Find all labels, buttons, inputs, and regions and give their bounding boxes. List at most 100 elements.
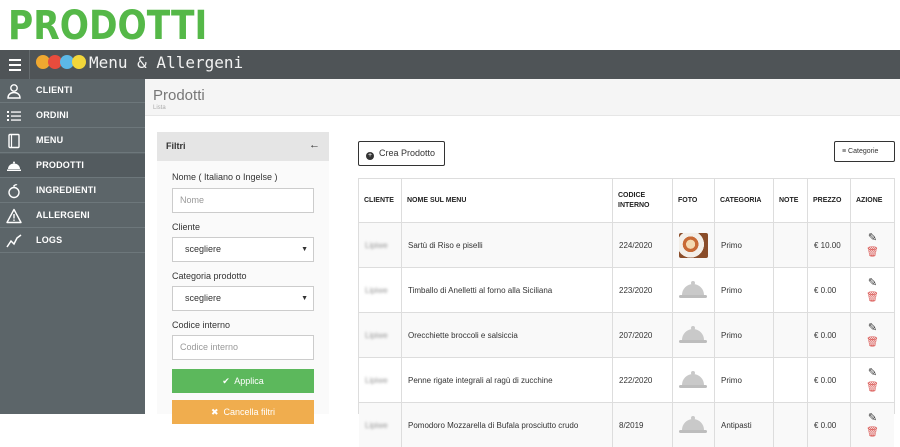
apply-label: Applica — [234, 376, 264, 386]
pencil-icon[interactable]: ✎ — [868, 277, 877, 289]
main-content: Prodotti Lista Filtri ← Nome ( Italiano … — [145, 79, 900, 447]
cell-price: € 0.00 — [808, 358, 851, 402]
table-row[interactable]: Lipiwe Orecchiette broccoli e salsiccia … — [359, 312, 894, 357]
table-row[interactable]: Lipiwe Pomodoro Mozzarella di Bufala pro… — [359, 402, 894, 447]
code-input[interactable]: Codice interno — [172, 335, 314, 360]
apply-button[interactable]: ✔ Applica — [172, 369, 314, 393]
name-label: Nome ( Italiano o Ingelse ) — [172, 172, 278, 182]
arrow-left-icon[interactable]: ← — [309, 139, 320, 151]
cell-name: Timballo di Anelletti al forno alla Sici… — [402, 268, 613, 312]
cell-actions: ✎ 🗑 — [851, 313, 894, 357]
col-header-nome[interactable]: NOME SUL MENU — [402, 179, 613, 222]
sidebar-item-clienti[interactable]: CLIENTI — [0, 79, 145, 103]
cell-photo — [673, 313, 715, 357]
sidebar-item-menu[interactable]: MENU — [0, 129, 145, 153]
cell-category: Primo — [715, 313, 774, 357]
page-title: Prodotti — [153, 87, 205, 104]
cell-name: Pomodoro Mozzarella di Bufala prosciutto… — [402, 403, 613, 447]
sidebar-item-label: MENU — [36, 135, 64, 145]
sidebar-item-logs[interactable]: LOGS — [0, 229, 145, 253]
cell-category: Primo — [715, 268, 774, 312]
category-select[interactable]: scegliere ▼ — [172, 286, 314, 311]
cell-name: Orecchiette broccoli e salsiccia — [402, 313, 613, 357]
table-row[interactable]: Lipiwe Penne rigate integrali al ragù di… — [359, 357, 894, 402]
chart-line-icon — [6, 234, 22, 248]
close-icon: ✖ — [210, 407, 219, 417]
client-name: Lipiwe — [365, 330, 388, 340]
sidebar-item-label: INGREDIENTI — [36, 185, 97, 195]
col-header-categoria[interactable]: CATEGORIA — [715, 179, 774, 222]
sidebar-item-prodotti[interactable]: PRODOTTI — [0, 154, 145, 178]
trash-icon[interactable]: 🗑 — [866, 247, 879, 259]
col-header-prezzo[interactable]: PREZZO — [808, 179, 851, 222]
cell-code: 8/2019 — [613, 403, 673, 447]
client-select-value: scegliere — [185, 244, 222, 254]
category-label: Categoria prodotto — [172, 271, 247, 281]
client-select[interactable]: scegliere ▼ — [172, 237, 314, 262]
cloche-placeholder-icon — [679, 415, 707, 435]
trash-icon[interactable]: 🗑 — [866, 337, 879, 349]
table-row[interactable]: Lipiwe Sartù di Riso e piselli 224/2020 … — [359, 222, 894, 267]
cell-actions: ✎ 🗑 — [851, 268, 894, 312]
client-name: Lipiwe — [365, 240, 388, 250]
cell-client: Lipiwe — [359, 358, 402, 402]
pencil-icon[interactable]: ✎ — [868, 232, 877, 244]
product-photo — [679, 232, 708, 258]
code-label: Codice interno — [172, 320, 231, 330]
filters-header: Filtri ← — [157, 132, 329, 161]
col-header-foto[interactable]: FOTO — [673, 179, 715, 222]
trash-icon[interactable]: 🗑 — [866, 427, 879, 439]
sliders-icon: ≡ — [842, 148, 847, 155]
menu-toggle-icon[interactable] — [0, 50, 30, 79]
list-icon — [7, 111, 21, 121]
cell-client: Lipiwe — [359, 403, 402, 447]
create-label: Crea Prodotto — [379, 148, 436, 158]
cell-price: € 0.00 — [808, 403, 851, 447]
user-icon — [7, 84, 21, 99]
cloche-placeholder-icon — [679, 280, 707, 300]
cell-client: Lipiwe — [359, 223, 402, 267]
pencil-icon[interactable]: ✎ — [868, 367, 877, 379]
check-icon: ✔ — [222, 376, 230, 386]
col-header-cliente[interactable]: CLIENTE — [359, 179, 402, 222]
col-header-note[interactable]: NOTE — [774, 179, 808, 222]
col-header-codice[interactable]: CODICE INTERNO — [613, 179, 673, 222]
cell-price: € 0.00 — [808, 268, 851, 312]
sidebar-item-allergeni[interactable]: ALLERGENI — [0, 204, 145, 228]
col-header-azione: AZIONE — [851, 179, 894, 222]
plus-circle-icon: + — [366, 152, 374, 160]
cell-price: € 10.00 — [808, 223, 851, 267]
cancel-filters-button[interactable]: ✖ Cancella filtri — [172, 400, 314, 424]
categories-button[interactable]: ≡ Categorie — [834, 141, 895, 162]
cell-actions: ✎ 🗑 — [851, 403, 894, 447]
trash-icon[interactable]: 🗑 — [866, 382, 879, 394]
cloche-placeholder-icon — [679, 370, 707, 390]
page-subtitle: Lista — [153, 105, 166, 111]
sidebar-item-ingredienti[interactable]: INGREDIENTI — [0, 179, 145, 203]
create-product-button[interactable]: + Crea Prodotto — [358, 141, 445, 166]
banner-title: PRODOTTI — [8, 3, 208, 49]
page-header: Prodotti Lista — [145, 79, 900, 116]
trash-icon[interactable]: 🗑 — [866, 292, 879, 304]
cell-note — [774, 313, 808, 357]
cell-code: 224/2020 — [613, 223, 673, 267]
pencil-icon[interactable]: ✎ — [868, 322, 877, 334]
caret-down-icon: ▼ — [301, 246, 308, 253]
cell-name: Sartù di Riso e piselli — [402, 223, 613, 267]
cell-note — [774, 403, 808, 447]
cell-note — [774, 223, 808, 267]
pencil-icon[interactable]: ✎ — [868, 412, 877, 424]
cell-photo — [673, 358, 715, 402]
table-row[interactable]: Lipiwe Timballo di Anelletti al forno al… — [359, 267, 894, 312]
sidebar-item-ordini[interactable]: ORDINI — [0, 104, 145, 128]
client-name: Lipiwe — [365, 420, 388, 430]
cell-actions: ✎ 🗑 — [851, 223, 894, 267]
cell-note — [774, 268, 808, 312]
name-input[interactable]: Nome — [172, 188, 314, 213]
cell-photo — [673, 403, 715, 447]
app-title: Menu & Allergeni — [89, 53, 244, 72]
cell-actions: ✎ 🗑 — [851, 358, 894, 402]
cell-client: Lipiwe — [359, 313, 402, 357]
category-select-value: scegliere — [185, 293, 222, 303]
banner: PRODOTTI — [0, 0, 900, 50]
